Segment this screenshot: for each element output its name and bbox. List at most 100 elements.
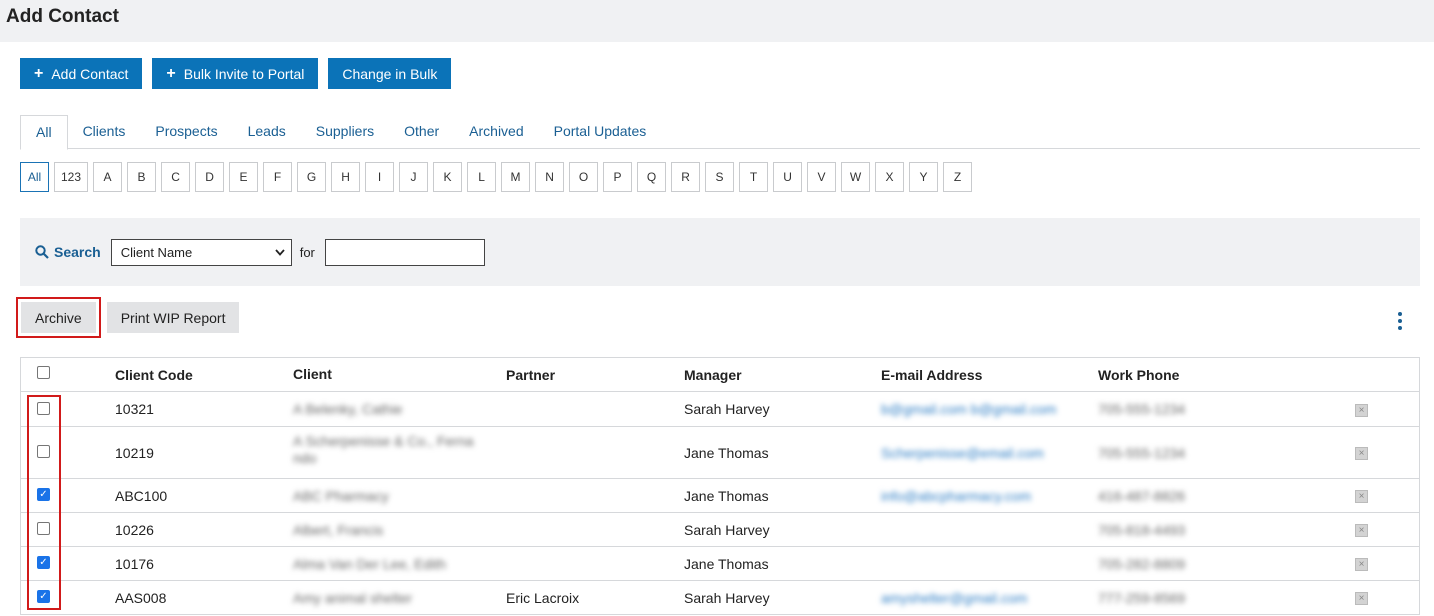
cell-client-name[interactable]: ABC Pharmacy — [293, 488, 483, 505]
row-checkbox[interactable] — [37, 445, 50, 458]
letter-filter-p[interactable]: P — [603, 162, 633, 192]
letter-filter-r[interactable]: R — [671, 162, 701, 192]
bulk-invite-label: Bulk Invite to Portal — [183, 65, 305, 82]
tab-prospects[interactable]: Prospects — [140, 115, 232, 149]
archive-button[interactable]: Archive — [21, 302, 96, 333]
letter-filter: All 123 A B C D E F G H I J K L M N O P Q R S T U V W X Y Z — [20, 162, 973, 192]
page-title: Add Contact — [6, 6, 119, 27]
letter-filter-g[interactable]: G — [297, 162, 327, 192]
letter-filter-y[interactable]: Y — [909, 162, 939, 192]
table-row[interactable]: ✓ ABC100 ABC Pharmacy Jane Thomas info@abcph… — [21, 479, 1419, 513]
table-row[interactable]: 10219 A Scherpenisse & Co., Ferna ndo Jane… — [21, 427, 1419, 479]
delete-icon[interactable]: × — [1355, 558, 1368, 571]
print-wip-report-button[interactable]: Print WIP Report — [106, 302, 240, 333]
row-checkbox[interactable] — [37, 401, 50, 415]
cell-email-link[interactable]: Scherpenisse@email.com — [881, 445, 1044, 461]
tab-leads[interactable]: Leads — [233, 115, 301, 149]
search-input[interactable] — [324, 238, 485, 266]
cell-email-link[interactable]: info@abcpharmacy.com — [881, 488, 1031, 504]
add-contact-button[interactable]: + Add Contact — [20, 58, 143, 89]
header-client-code[interactable]: Client Code — [115, 367, 193, 383]
add-contact-label: Add Contact — [51, 65, 129, 82]
letter-filter-f[interactable]: F — [263, 162, 293, 192]
cell-client-name[interactable]: Albert, Francis — [293, 522, 483, 539]
header-manager[interactable]: Manager — [684, 367, 742, 383]
tab-other[interactable]: Other — [389, 115, 454, 149]
header-partner[interactable]: Partner — [506, 367, 555, 383]
delete-icon[interactable]: × — [1355, 447, 1368, 460]
table-body: 10321 A Belenky, Cathie Sarah Harvey b@gmai… — [21, 392, 1419, 615]
cell-client-name[interactable]: Alma Van Der Lee, Edith — [293, 556, 483, 573]
cell-work-phone: 705-555-1234 — [1098, 401, 1186, 417]
letter-filter-z[interactable]: Z — [943, 162, 973, 192]
table-row[interactable]: 10321 A Belenky, Cathie Sarah Harvey b@gmai… — [21, 392, 1419, 427]
row-checkbox[interactable] — [37, 522, 50, 535]
tab-all[interactable]: All — [20, 115, 68, 150]
letter-filter-j[interactable]: J — [399, 162, 429, 192]
page-header: Add Contact — [0, 0, 1434, 42]
letter-filter-a[interactable]: A — [93, 162, 123, 192]
tab-suppliers[interactable]: Suppliers — [301, 115, 389, 149]
letter-filter-n[interactable]: N — [535, 162, 565, 192]
tab-archived[interactable]: Archived — [454, 115, 538, 149]
row-checkbox[interactable]: ✓ — [37, 590, 50, 603]
letter-filter-c[interactable]: C — [161, 162, 191, 192]
table-header: Client Code Client Partner Manager E-mai… — [21, 358, 1419, 392]
tab-clients[interactable]: Clients — [68, 115, 141, 149]
cell-client-code: 10226 — [115, 521, 154, 538]
cell-email-link[interactable]: amyshelter@gmail.com — [881, 590, 1027, 606]
letter-filter-s[interactable]: S — [705, 162, 735, 192]
letter-filter-x[interactable]: X — [875, 162, 905, 192]
change-in-bulk-button[interactable]: Change in Bulk — [328, 58, 452, 89]
bulk-invite-button[interactable]: + Bulk Invite to Portal — [152, 58, 319, 89]
header-work-phone[interactable]: Work Phone — [1098, 367, 1179, 383]
letter-filter-123[interactable]: 123 — [54, 162, 89, 192]
cell-client-name[interactable]: A Belenky, Cathie — [293, 401, 483, 418]
header-email[interactable]: E-mail Address — [881, 367, 982, 383]
for-label: for — [299, 244, 315, 260]
more-vertical-icon[interactable] — [1392, 312, 1408, 332]
cell-client-name[interactable]: Amy animal shelter — [293, 590, 483, 607]
archive-highlight: Archive — [16, 297, 101, 338]
letter-filter-e[interactable]: E — [229, 162, 259, 192]
checkbox-box: ✓ — [37, 488, 50, 501]
cell-client-name[interactable]: A Scherpenisse & Co., Ferna ndo — [293, 433, 483, 467]
letter-filter-d[interactable]: D — [195, 162, 225, 192]
plus-icon: + — [166, 64, 176, 82]
table-row[interactable]: ✓ AAS008 Amy animal shelter Eric Lacroix Sar… — [21, 581, 1419, 615]
delete-icon[interactable]: × — [1355, 490, 1368, 503]
row-checkbox[interactable]: ✓ — [37, 488, 50, 501]
tab-portal-updates[interactable]: Portal Updates — [539, 115, 662, 149]
letter-filter-w[interactable]: W — [841, 162, 871, 192]
letter-filter-b[interactable]: B — [127, 162, 157, 192]
delete-icon[interactable]: × — [1355, 403, 1368, 417]
table-row[interactable]: 10226 Albert, Francis Sarah Harvey 705-818-… — [21, 513, 1419, 547]
cell-manager: Sarah Harvey — [684, 401, 770, 417]
letter-filter-i[interactable]: I — [365, 162, 395, 192]
letter-filter-m[interactable]: M — [501, 162, 531, 192]
delete-icon[interactable]: × — [1355, 592, 1368, 605]
letter-filter-t[interactable]: T — [739, 162, 769, 192]
plus-icon: + — [34, 64, 44, 82]
checkbox-box — [37, 401, 50, 415]
letter-filter-l[interactable]: L — [467, 162, 497, 192]
cell-email-link[interactable]: b@gmail.com b@gmail.com — [881, 401, 1056, 417]
table-row[interactable]: ✓ 10176 Alma Van Der Lee, Edith Jane Thomas… — [21, 547, 1419, 581]
letter-filter-o[interactable]: O — [569, 162, 599, 192]
cell-client-code: 10219 — [115, 444, 154, 461]
search-icon — [35, 245, 49, 259]
letter-filter-all[interactable]: All — [20, 162, 49, 192]
delete-icon[interactable]: × — [1355, 524, 1368, 537]
letter-filter-k[interactable]: K — [433, 162, 463, 192]
letter-filter-u[interactable]: U — [773, 162, 803, 192]
letter-filter-v[interactable]: V — [807, 162, 837, 192]
letter-filter-q[interactable]: Q — [637, 162, 667, 192]
checkbox-box — [37, 366, 50, 379]
header-client[interactable]: Client — [293, 366, 483, 383]
search-field-select[interactable]: Client Name — [110, 238, 292, 266]
row-checkbox[interactable]: ✓ — [37, 556, 50, 569]
cell-partner: Eric Lacroix — [506, 589, 580, 606]
select-all-checkbox[interactable] — [37, 366, 50, 379]
checkbox-box: ✓ — [37, 590, 50, 603]
letter-filter-h[interactable]: H — [331, 162, 361, 192]
